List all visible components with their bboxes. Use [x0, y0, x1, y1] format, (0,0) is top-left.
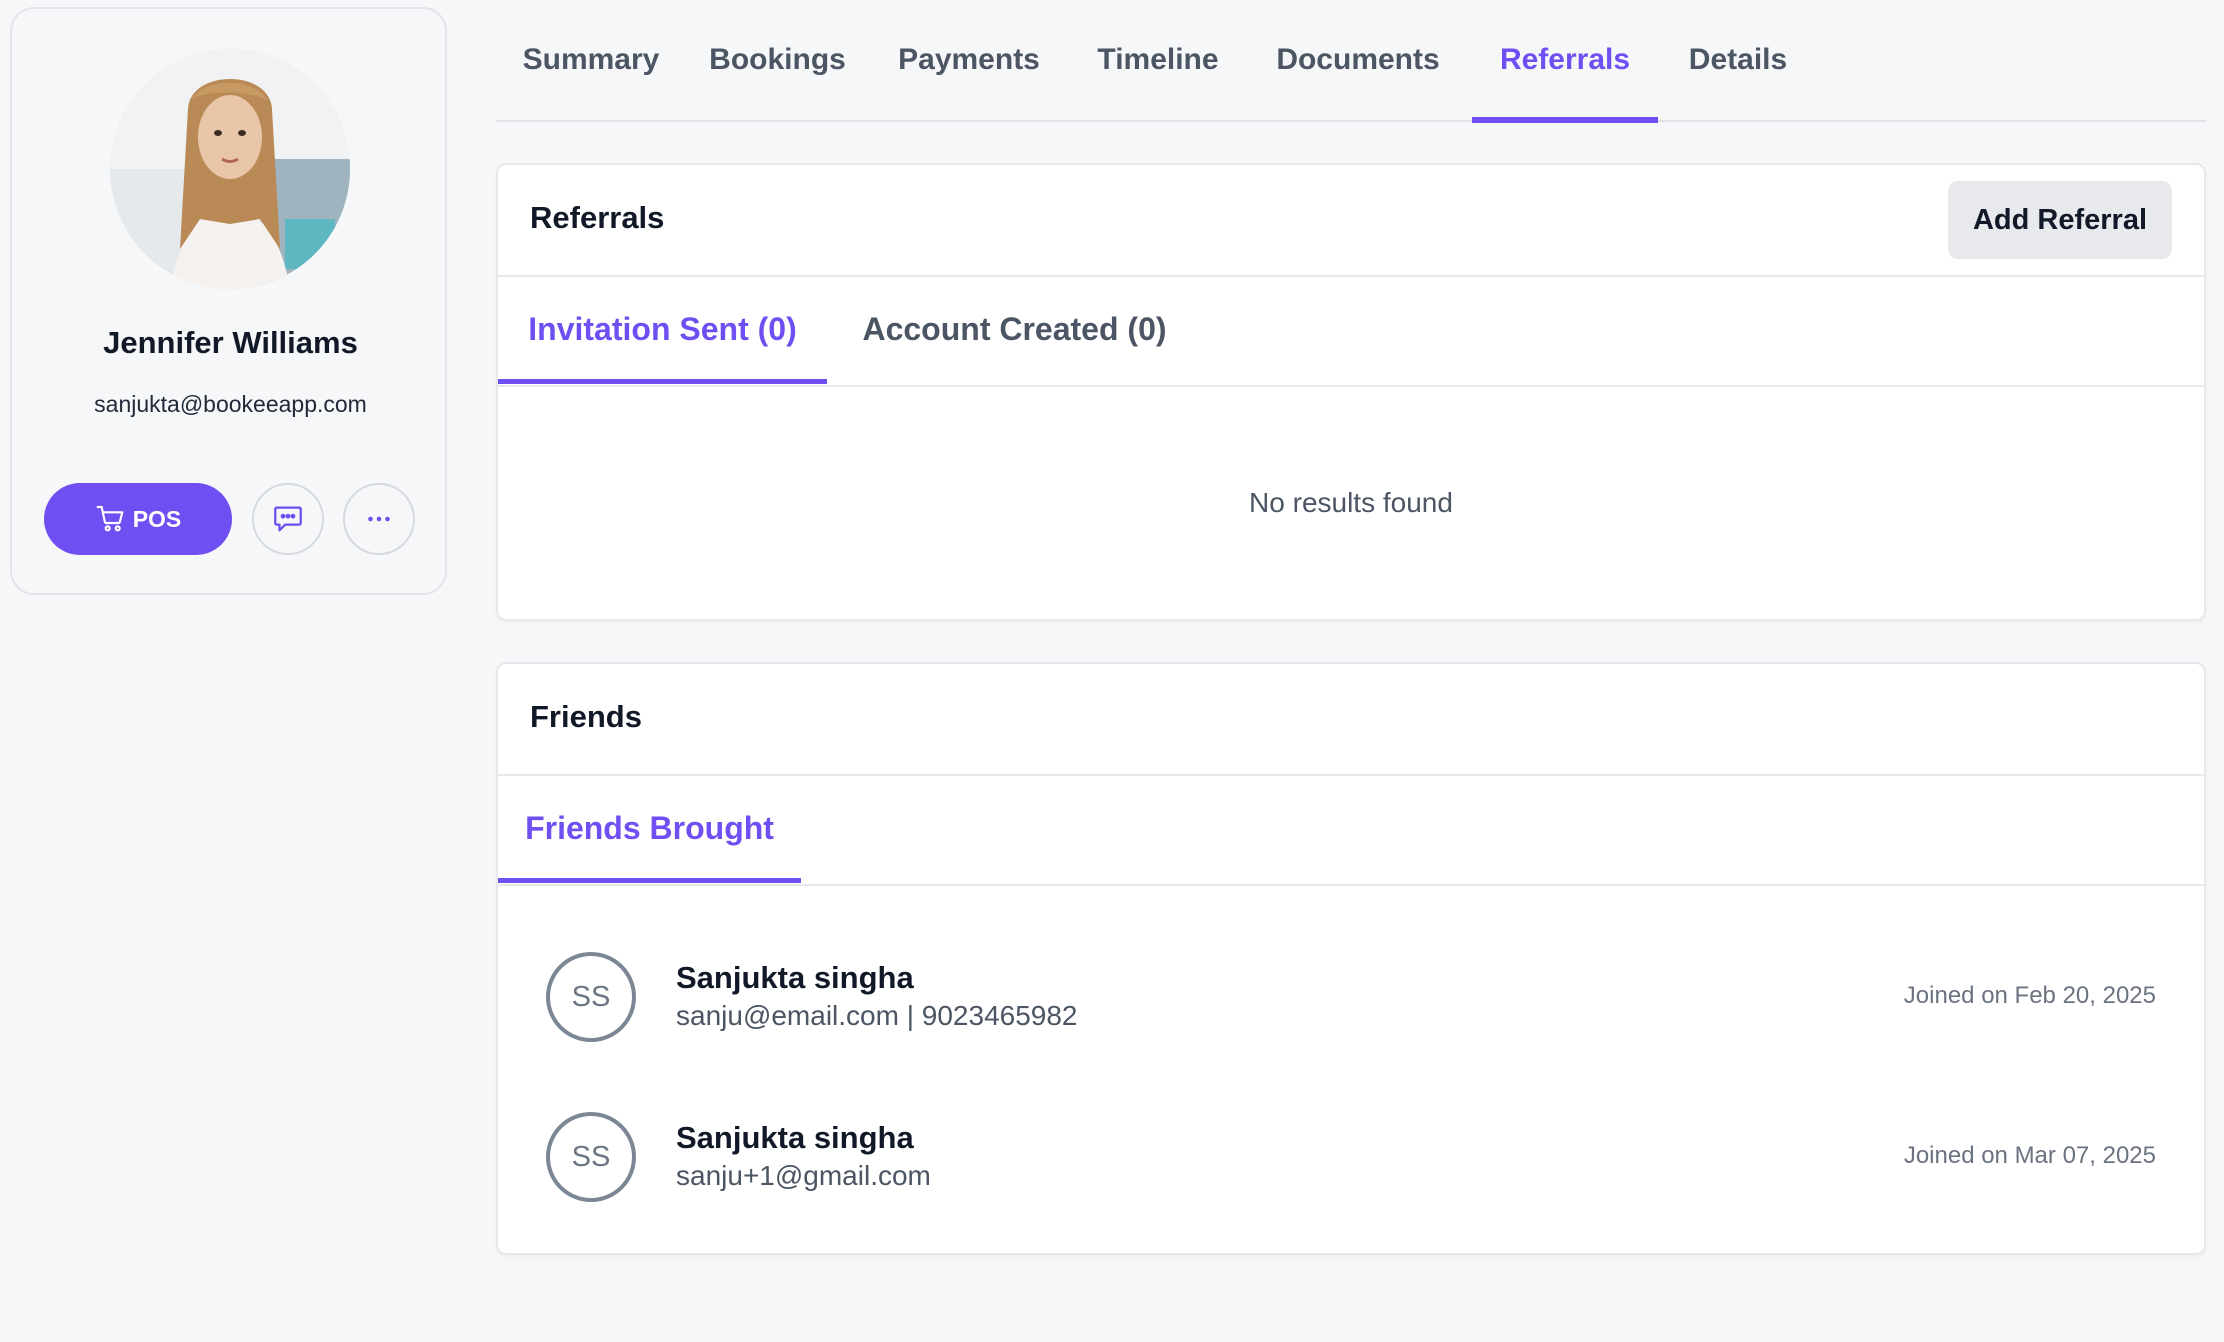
profile-name: Jennifer Williams	[103, 325, 358, 360]
divider	[498, 884, 2204, 886]
tab-details[interactable]: Details	[1658, 0, 1818, 120]
profile-photo-image	[110, 49, 350, 289]
referrals-title: Referrals	[530, 200, 665, 235]
friend-avatar: SS	[546, 1112, 636, 1202]
ellipsis-icon	[368, 516, 390, 522]
profile-tabs: Summary Bookings Payments Timeline Docum…	[496, 0, 2206, 123]
pos-button-label: POS	[132, 505, 182, 532]
friend-list-item[interactable]: SS Sanjukta singha sanju@email.com | 902…	[498, 942, 2204, 1052]
profile-avatar	[110, 49, 350, 289]
more-options-button[interactable]	[343, 483, 415, 555]
tab-invitation-sent[interactable]: Invitation Sent (0)	[498, 275, 827, 384]
friend-name: Sanjukta singha	[676, 1120, 914, 1155]
profile-email: sanjukta@bookeeapp.com	[94, 391, 367, 417]
tab-account-created[interactable]: Account Created (0)	[827, 275, 1202, 383]
tab-payments[interactable]: Payments	[869, 0, 1069, 120]
divider	[498, 385, 2204, 387]
tab-referrals[interactable]: Referrals	[1472, 0, 1658, 123]
cart-icon	[96, 505, 124, 532]
tab-documents[interactable]: Documents	[1247, 0, 1469, 120]
add-referral-button[interactable]: Add Referral	[1948, 181, 2172, 259]
chat-button[interactable]	[252, 483, 324, 555]
tab-timeline[interactable]: Timeline	[1069, 0, 1247, 120]
friend-joined-date: Joined on Feb 20, 2025	[1903, 982, 2156, 1009]
tab-friends-brought[interactable]: Friends Brought	[498, 774, 801, 883]
friends-card: Friends Friends Brought SS Sanjukta sing…	[496, 662, 2206, 1255]
customer-profile-page: Jennifer Williams sanjukta@bookeeapp.com…	[0, 0, 2224, 1342]
friend-joined-date: Joined on Mar 07, 2025	[1903, 1142, 2156, 1169]
tab-bookings[interactable]: Bookings	[686, 0, 869, 120]
tab-summary[interactable]: Summary	[496, 0, 686, 120]
profile-card: Jennifer Williams sanjukta@bookeeapp.com…	[10, 7, 447, 595]
pos-button[interactable]: POS	[44, 483, 232, 555]
chat-bubble-icon	[274, 506, 302, 532]
friend-name: Sanjukta singha	[676, 960, 914, 995]
friend-list-item[interactable]: SS Sanjukta singha sanju+1@gmail.com Joi…	[498, 1102, 2204, 1212]
friend-avatar: SS	[546, 952, 636, 1042]
friends-title: Friends	[530, 699, 642, 734]
friend-contact: sanju@email.com | 9023465982	[676, 1000, 1078, 1031]
empty-state-text: No results found	[1249, 487, 1453, 518]
referrals-card: Referrals Add Referral Invitation Sent (…	[496, 163, 2206, 621]
friend-contact: sanju+1@gmail.com	[676, 1160, 931, 1191]
